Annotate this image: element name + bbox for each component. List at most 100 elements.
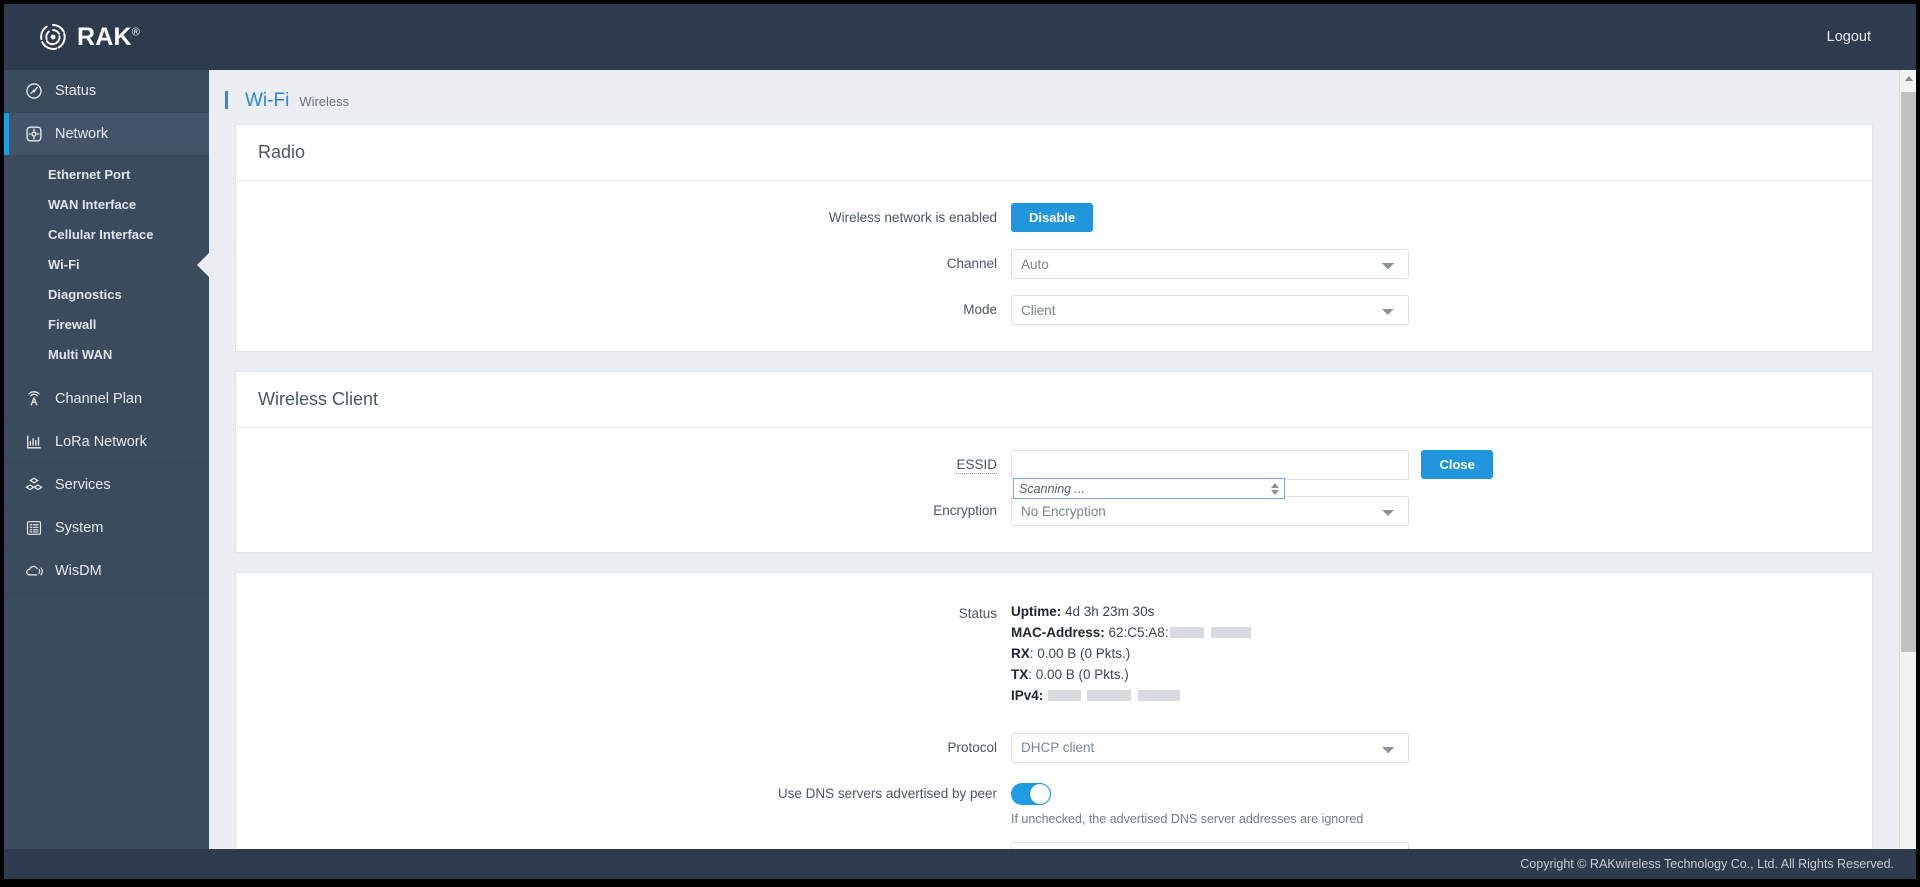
override-mtu-input[interactable] <box>1011 841 1409 849</box>
sidebar-item-label: Channel Plan <box>55 391 143 407</box>
status-ipv4: IPv4: <box>1011 686 1251 707</box>
scrollbar-up-arrow-icon[interactable] <box>1900 70 1916 87</box>
channel-label: Channel <box>946 256 997 271</box>
sidebar-item-services[interactable]: Services <box>4 464 209 507</box>
nav-group-lora-network: LoRa Network <box>4 421 209 464</box>
sidebar-item-channel-plan[interactable]: Channel Plan <box>4 378 209 421</box>
nav-group-wisdm: WisDM <box>4 550 209 593</box>
sidebar-item-label: WisDM <box>55 563 102 579</box>
sidebar-submenu-network: Ethernet Port WAN Interface Cellular Int… <box>4 156 210 378</box>
panel-interface-body: Status Uptime: 4d 3h 23m 30s MAC-Address… <box>236 573 1872 849</box>
sidebar-item-system[interactable]: System <box>4 507 209 550</box>
scan-status-text: Scanning ... <box>1019 481 1086 496</box>
sidebar-subitem-label: WAN Interface <box>48 197 137 212</box>
sidebar-item-wan-interface[interactable]: WAN Interface <box>4 190 209 220</box>
cloud-signal-icon <box>24 561 44 581</box>
antenna-signal-icon <box>24 389 44 409</box>
toggle-knob <box>1030 783 1050 804</box>
sidebar-item-ethernet-port[interactable]: Ethernet Port <box>4 160 209 190</box>
stepper-down-icon[interactable] <box>1271 489 1279 495</box>
registered-mark: ® <box>131 26 141 39</box>
sidebar-item-network[interactable]: Network <box>4 113 209 156</box>
nav-group-system: System <box>4 507 209 550</box>
status-mac-value: 62:C5:A8: <box>1108 624 1169 640</box>
channel-select[interactable]: Auto <box>1011 249 1409 279</box>
bar-chart-icon <box>24 432 44 452</box>
sidebar-subitem-label: Multi WAN <box>48 347 113 362</box>
sidebar-item-label: Services <box>55 477 111 493</box>
status-ipv4-key: IPv4: <box>1011 687 1044 703</box>
scan-spinner-stepper-icon[interactable] <box>1271 482 1279 495</box>
panel-radio-body: Wireless network is enabled Disable Chan… <box>236 181 1872 351</box>
dns-peer-label: Use DNS servers advertised by peer <box>777 785 997 801</box>
panel-radio: Radio Wireless network is enabled Disabl… <box>235 124 1873 352</box>
nav-group-network: Network Ethernet Port WAN Interface Cell… <box>4 113 210 378</box>
protocol-label: Protocol <box>947 739 997 755</box>
sidebar-item-firewall[interactable]: Firewall <box>4 310 209 340</box>
row-essid: ESSID Close Scanning ... <box>236 449 1872 499</box>
page-header: Wi-Fi Wireless <box>209 70 1899 124</box>
panel-wireless-client-body: ESSID Close Scanning ... Encryption No E… <box>236 428 1872 552</box>
protocol-select[interactable]: DHCP client <box>1011 732 1409 763</box>
sidebar-item-label: Network <box>55 126 109 142</box>
sidebar-item-diagnostics[interactable]: Diagnostics <box>4 280 209 310</box>
content-scrollbar[interactable] <box>1899 70 1916 849</box>
row-mode: Mode Client <box>236 295 1872 325</box>
sidebar-item-status[interactable]: Status <box>4 70 209 113</box>
row-wireless-enabled: Wireless network is enabled Disable <box>236 203 1872 233</box>
redacted-ipv4-part-1 <box>1048 689 1082 701</box>
close-scan-button[interactable]: Close <box>1421 449 1493 479</box>
redacted-ipv4-part-2 <box>1087 689 1132 701</box>
stepper-up-icon[interactable] <box>1271 482 1279 488</box>
wireless-enabled-label: Wireless network is enabled <box>828 210 997 225</box>
panel-wireless-client-heading: Wireless Client <box>236 372 1872 428</box>
status-uptime-value: 4d 3h 23m 30s <box>1065 604 1155 619</box>
disable-wireless-button[interactable]: Disable <box>1011 203 1094 232</box>
status-uptime-key: Uptime: <box>1011 604 1062 619</box>
page-subtitle: Wireless <box>299 94 350 109</box>
essid-label: ESSID <box>956 457 997 474</box>
blocks-icon <box>24 475 44 495</box>
essid-input[interactable] <box>1011 450 1409 480</box>
dns-peer-toggle[interactable] <box>1011 782 1051 805</box>
mode-select[interactable]: Client <box>1011 295 1409 325</box>
nav-group-services: Services <box>4 464 209 507</box>
sidebar-item-wisdm[interactable]: WisDM <box>4 550 209 593</box>
panel-radio-heading: Radio <box>236 125 1872 181</box>
status-mac-key: MAC-Address: <box>1011 624 1105 640</box>
status-label: Status <box>958 606 997 621</box>
encryption-select[interactable]: No Encryption <box>1011 496 1409 526</box>
sidebar-item-multi-wan[interactable]: Multi WAN <box>4 340 209 370</box>
scan-status-box[interactable]: Scanning ... <box>1013 478 1285 499</box>
row-encryption: Encryption No Encryption <box>236 496 1872 526</box>
dns-peer-field: If unchecked, the advertised DNS server … <box>1011 779 1363 826</box>
logout-button[interactable]: Logout <box>1827 4 1871 70</box>
sidebar-item-label: Status <box>55 83 97 99</box>
sidebar-item-wifi[interactable]: Wi-Fi <box>4 250 210 280</box>
dns-peer-hint: If unchecked, the advertised DNS server … <box>1011 811 1364 826</box>
footer-copyright: Copyright © RAKwireless Technology Co., … <box>4 849 1916 879</box>
override-mtu-label: Override MTU <box>236 842 1011 850</box>
brand-logo[interactable]: RAK® <box>38 22 140 52</box>
override-mtu-field <box>1011 841 1409 849</box>
active-accent-bar <box>4 113 9 155</box>
sidebar-item-cellular-interface[interactable]: Cellular Interface <box>4 220 209 250</box>
wireless-enabled-field: Disable <box>1011 203 1094 232</box>
encryption-label: Encryption <box>933 503 997 518</box>
status-tx-value: : 0.00 B (0 Pkts.) <box>1028 666 1129 682</box>
status-tx: TX: 0.00 B (0 Pkts.) <box>1011 665 1251 686</box>
list-panel-icon <box>24 518 44 538</box>
sidebar-item-label: LoRa Network <box>55 434 147 450</box>
app-window: RAK® Logout Status Network Ethernet Port… <box>4 4 1916 879</box>
sidebar-item-lora-network[interactable]: LoRa Network <box>4 421 209 464</box>
status-rx: RX: 0.00 B (0 Pkts.) <box>1011 644 1251 665</box>
title-accent-bar <box>225 91 228 109</box>
protocol-field: DHCP client <box>1011 732 1409 763</box>
row-dns-peer: Use DNS servers advertised by peer If un… <box>236 779 1872 826</box>
sidebar-item-label: System <box>55 520 104 536</box>
row-protocol: Protocol DHCP client <box>236 732 1872 763</box>
status-mac: MAC-Address: 62:C5:A8: <box>1011 623 1251 644</box>
scrollbar-thumb[interactable] <box>1901 92 1916 652</box>
encryption-field: No Encryption <box>1011 496 1409 526</box>
status-uptime: Uptime: 4d 3h 23m 30s <box>1011 602 1251 623</box>
